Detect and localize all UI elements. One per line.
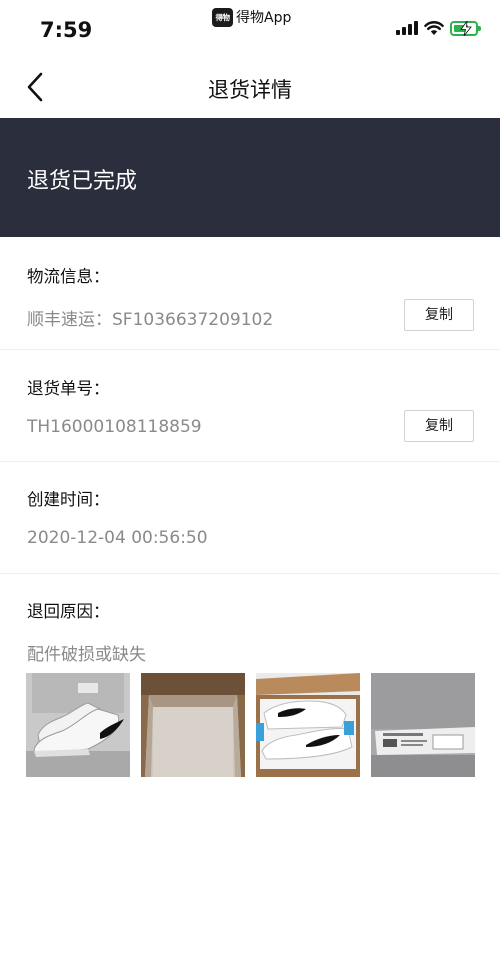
app-indicator: 得物 得物App	[212, 7, 291, 27]
logistics-section: 物流信息： 顺丰速运：SF1036637209102 复制	[0, 237, 500, 349]
return-reason-value: 配件破损或缺失	[27, 645, 146, 665]
copy-tracking-button[interactable]: 复制	[404, 299, 474, 331]
nav-bar: 退货详情	[0, 56, 500, 118]
status-bar: 7:59 得物 得物App	[0, 0, 500, 56]
photo-sneakers-in-box[interactable]	[256, 673, 360, 777]
return-reason-label: 退回原因：	[27, 602, 110, 621]
return-number-label: 退货单号：	[27, 379, 110, 398]
created-time-value: 2020-12-04 00:56:50	[27, 528, 208, 548]
return-number-value: TH16000108118859	[27, 417, 202, 437]
battery-charging-icon	[450, 20, 481, 36]
return-status-banner: 退货已完成	[0, 118, 500, 237]
app-logo-icon: 得物	[212, 7, 233, 27]
created-time-label: 创建时间：	[27, 490, 110, 509]
copy-return-number-button[interactable]: 复制	[404, 410, 474, 442]
return-status-text: 退货已完成	[27, 169, 138, 194]
status-indicators	[396, 20, 481, 36]
page-title: 退货详情	[208, 78, 292, 102]
photo-box-label[interactable]	[371, 673, 475, 777]
app-name: 得物App	[236, 10, 292, 26]
wifi-icon	[424, 21, 444, 35]
evidence-photos	[26, 673, 475, 777]
photo-empty-box[interactable]	[141, 673, 245, 777]
logistics-value: 顺丰速运：SF1036637209102	[27, 310, 274, 330]
signal-icon	[396, 21, 418, 35]
return-number-section: 退货单号： TH16000108118859 复制	[0, 350, 500, 461]
status-time: 7:59	[40, 18, 93, 42]
logistics-label: 物流信息：	[27, 267, 110, 286]
created-time-section: 创建时间： 2020-12-04 00:56:50	[0, 462, 500, 573]
photo-sneaker-box[interactable]	[26, 673, 130, 777]
